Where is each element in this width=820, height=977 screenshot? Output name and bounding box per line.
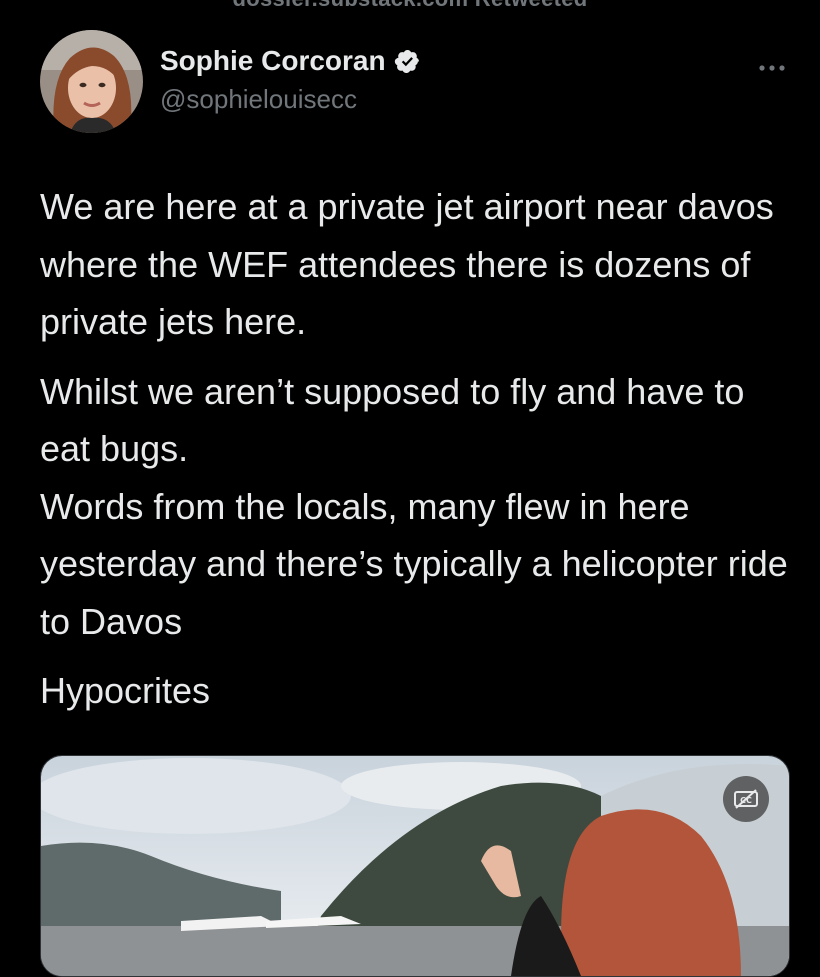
tweet-paragraph: Hypocrites xyxy=(40,670,211,711)
tweet-paragraph: We are here at a private jet airport nea… xyxy=(40,186,774,342)
tweet-text: We are here at a private jet airport nea… xyxy=(40,178,790,720)
more-horizontal-icon xyxy=(759,65,785,71)
more-options-button[interactable] xyxy=(758,52,786,78)
author-row[interactable]: Sophie Corcoran xyxy=(160,45,421,77)
author-name[interactable]: Sophie Corcoran xyxy=(160,45,386,77)
captions-button[interactable]: CC xyxy=(723,776,769,822)
closed-captions-off-icon: CC xyxy=(734,789,758,809)
video-player[interactable]: CC xyxy=(40,755,790,977)
video-thumbnail xyxy=(41,756,789,976)
verified-badge-icon xyxy=(394,49,419,73)
tweet-line: Whilst we aren’t supposed to fly and hav… xyxy=(40,370,745,470)
avatar-image xyxy=(40,30,143,133)
avatar[interactable] xyxy=(40,30,143,133)
tweet-line: Words from the locals, many flew in here… xyxy=(40,485,788,642)
author-handle[interactable]: @sophielouisecc xyxy=(160,84,357,115)
retweet-banner[interactable]: dossier.substack.com Retweeted xyxy=(0,0,820,11)
tweet-paragraph: Whilst we aren’t supposed to fly and hav… xyxy=(40,363,790,651)
